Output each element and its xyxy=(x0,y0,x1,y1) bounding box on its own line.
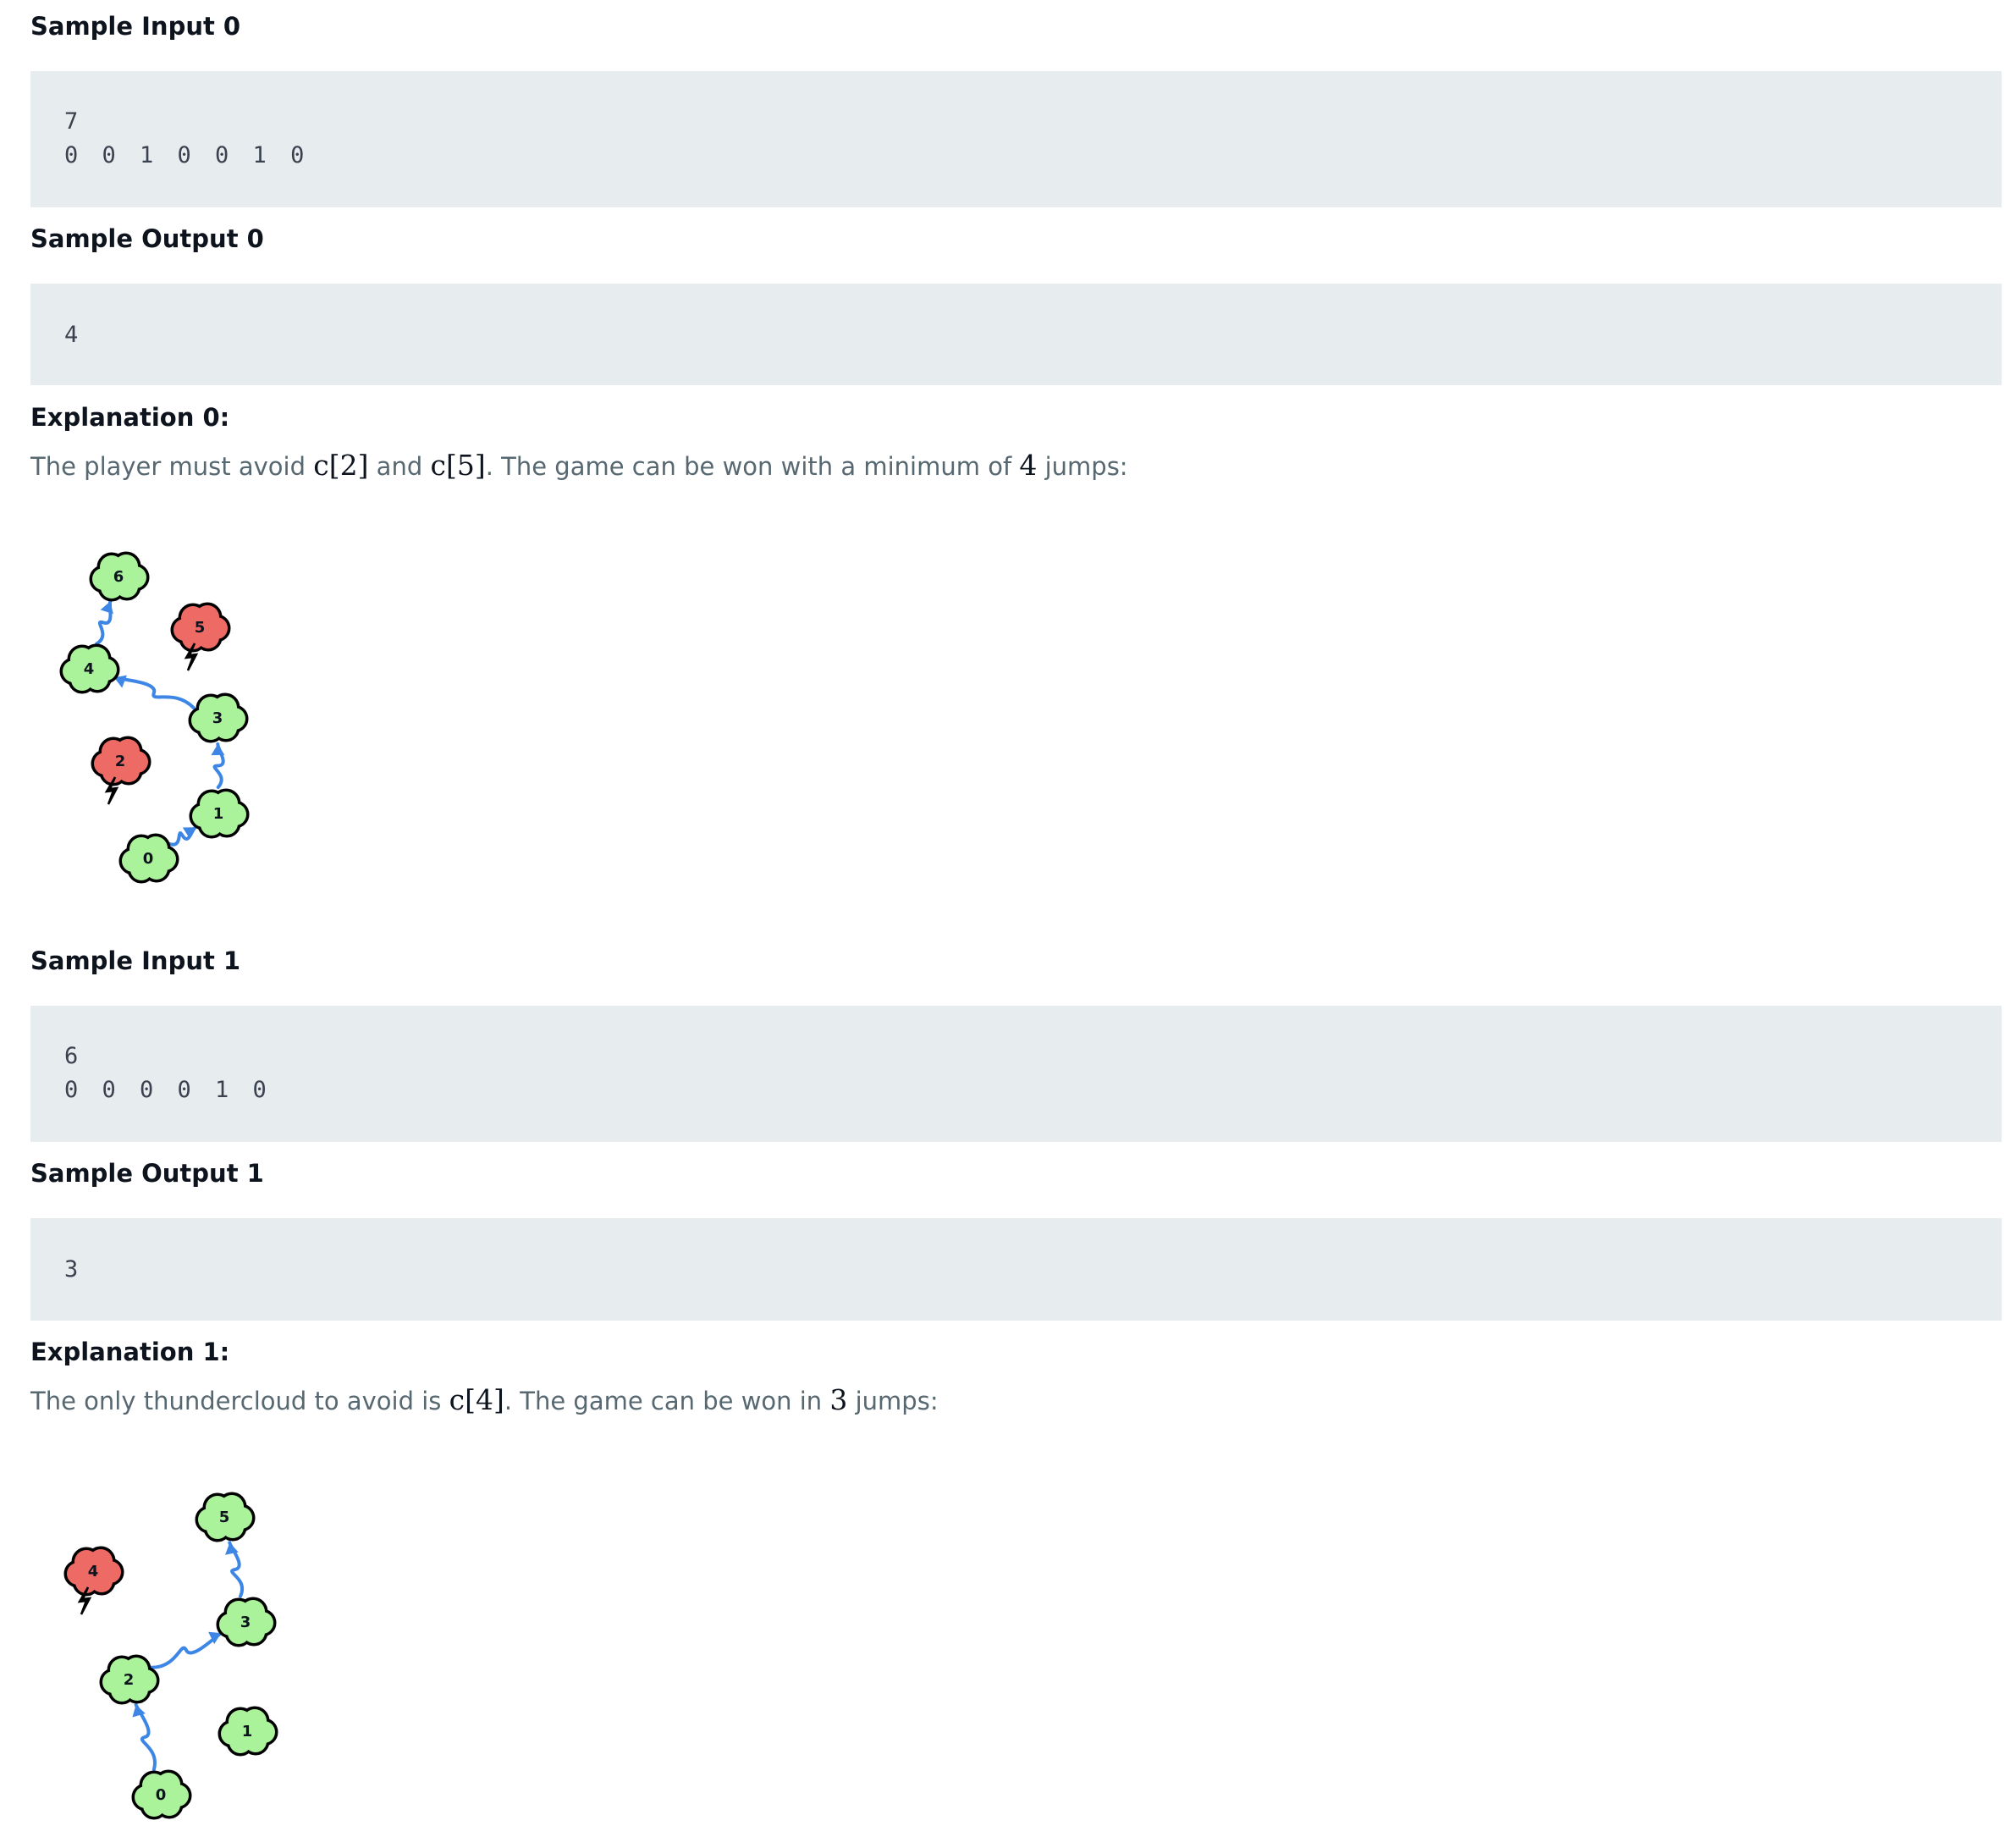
text: and xyxy=(368,452,431,481)
cloud-label: 5 xyxy=(219,1509,230,1526)
cloud-2: 2 xyxy=(91,736,151,805)
cloud-1: 1 xyxy=(189,788,250,839)
cloud-jump-diagram-1: 0 1 2 3 4 5 xyxy=(63,1492,278,1820)
cloud-4: 4 xyxy=(63,1546,124,1615)
cloud-label: 6 xyxy=(113,568,124,586)
code-line: 3 xyxy=(64,1256,84,1283)
jump-arrow xyxy=(132,1702,157,1772)
math-c4: c[4] xyxy=(449,1383,504,1416)
math-4: 4 xyxy=(1019,449,1038,482)
explanation-1-text: The only thundercloud to avoid is c[4]. … xyxy=(30,1383,939,1416)
cloud-label: 4 xyxy=(88,1563,99,1580)
cloud-label: 1 xyxy=(242,1723,253,1740)
jump-arrow xyxy=(225,1541,245,1598)
code-line: 0 0 1 0 0 1 0 xyxy=(64,142,310,168)
cloud-jump-diagram-0: 0 1 2 3 4 5 6 xyxy=(59,551,250,884)
math-c2: c[2] xyxy=(313,449,369,482)
cloud-3: 3 xyxy=(216,1597,277,1647)
jump-arrow xyxy=(211,742,225,790)
jump-arrow xyxy=(149,1631,223,1669)
code-line: 4 xyxy=(64,322,84,348)
explanation-1-heading: Explanation 1: xyxy=(30,1338,230,1366)
cloud-label: 0 xyxy=(143,850,154,868)
cloud-6: 6 xyxy=(89,551,150,602)
sample-input-0-code: 7 0 0 1 0 0 1 0 xyxy=(30,71,2002,207)
cloud-label: 4 xyxy=(84,660,95,678)
explanation-0-text: The player must avoid c[2] and c[5]. The… xyxy=(30,449,1128,482)
text: jumps: xyxy=(847,1387,939,1415)
text: The player must avoid xyxy=(30,452,314,481)
cloud-0: 0 xyxy=(118,833,179,884)
math-c5: c[5] xyxy=(430,449,486,482)
sample-input-1-heading: Sample Input 1 xyxy=(30,946,241,975)
text: The only thundercloud to avoid is xyxy=(30,1387,449,1415)
cloud-label: 2 xyxy=(115,753,126,770)
explanation-0-heading: Explanation 0: xyxy=(30,403,230,432)
sample-output-1-code: 3 xyxy=(30,1218,2002,1321)
text: . The game can be won with a minimum of xyxy=(485,452,1020,481)
text: . The game can be won in xyxy=(504,1387,830,1415)
cloud-4: 4 xyxy=(59,643,120,694)
sample-input-1-code: 6 0 0 0 0 1 0 xyxy=(30,1006,2002,1142)
cloud-label: 3 xyxy=(240,1614,251,1631)
cloud-1: 1 xyxy=(218,1706,278,1757)
jump-arrow xyxy=(95,599,113,646)
cloud-2: 2 xyxy=(99,1654,160,1705)
cloud-label: 2 xyxy=(124,1671,135,1689)
math-3: 3 xyxy=(829,1383,848,1416)
cloud-0: 0 xyxy=(131,1769,192,1820)
code-line: 7 xyxy=(64,108,84,135)
jump-arrow xyxy=(112,675,196,710)
text: jumps: xyxy=(1037,452,1128,481)
cloud-5: 5 xyxy=(195,1492,256,1542)
sample-output-0-code: 4 xyxy=(30,284,2002,385)
sample-input-0-heading: Sample Input 0 xyxy=(30,12,241,41)
cloud-label: 0 xyxy=(156,1786,167,1804)
cloud-label: 3 xyxy=(212,709,223,727)
sample-output-1-heading: Sample Output 1 xyxy=(30,1159,264,1188)
cloud-label: 5 xyxy=(195,619,206,637)
cloud-3: 3 xyxy=(188,692,249,743)
sample-output-0-heading: Sample Output 0 xyxy=(30,224,264,253)
code-line: 0 0 0 0 1 0 xyxy=(64,1077,272,1103)
code-line: 6 xyxy=(64,1043,84,1069)
jump-arrow xyxy=(168,825,198,847)
cloud-5: 5 xyxy=(170,602,231,671)
cloud-label: 1 xyxy=(213,805,224,823)
